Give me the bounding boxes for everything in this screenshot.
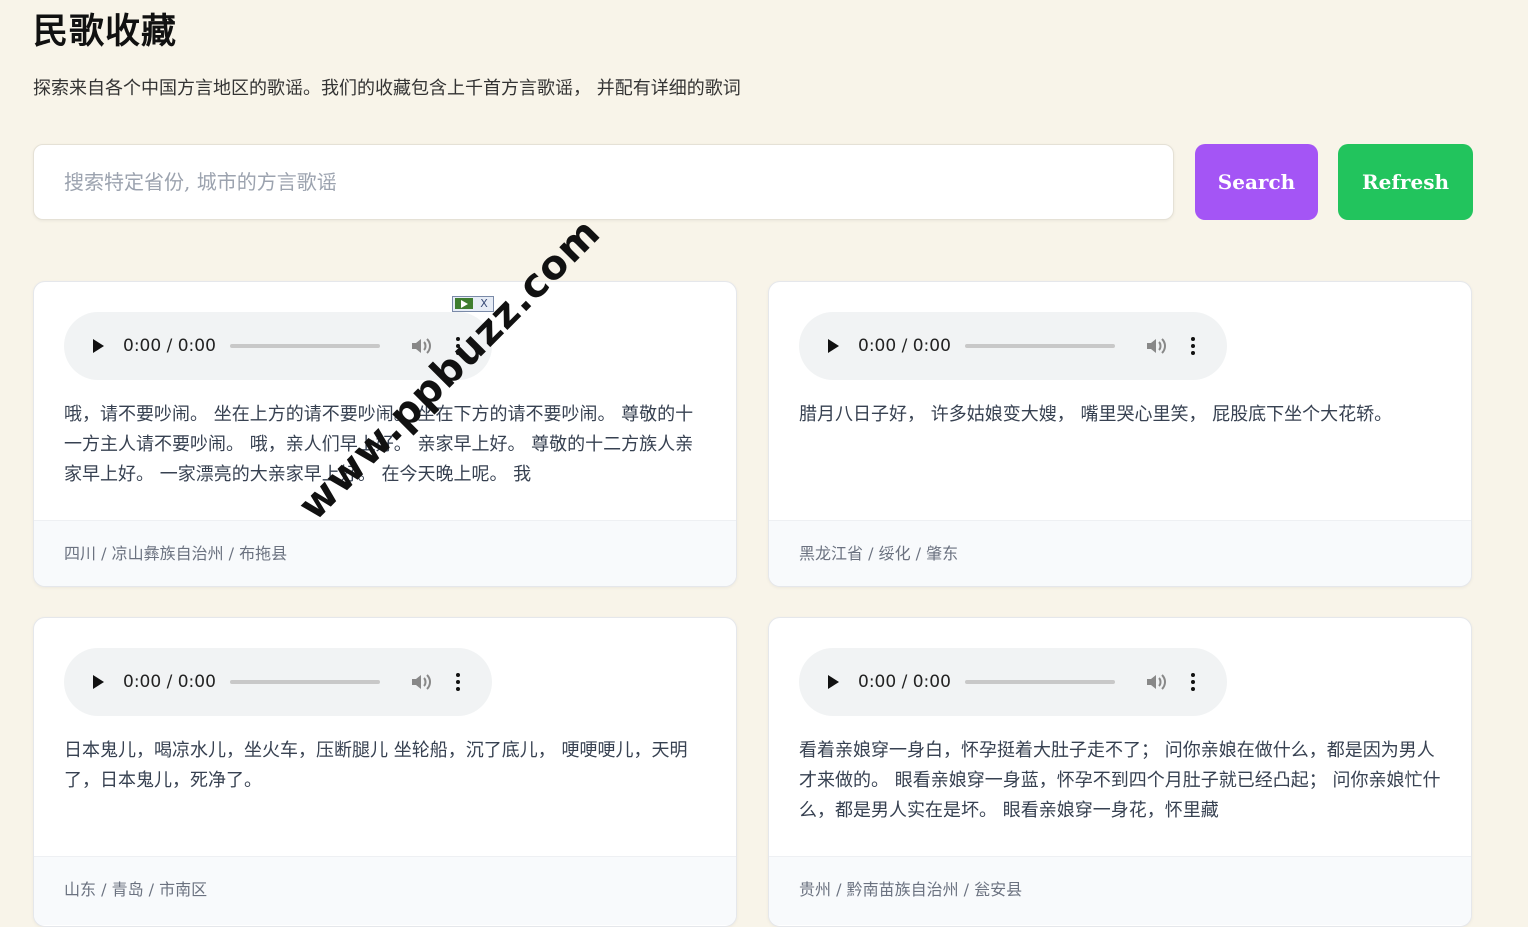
song-lyrics: 腊月八日子好， 许多姑娘变大嫂， 嘴里哭心里笑， 屁股底下坐个大花轿。 xyxy=(799,404,1393,425)
player-progress-bar[interactable] xyxy=(230,344,380,348)
player-progress-bar[interactable] xyxy=(230,680,380,684)
search-button[interactable]: Search xyxy=(1195,144,1318,220)
volume-icon[interactable] xyxy=(410,672,432,692)
search-box xyxy=(33,144,1174,220)
card-footer: 山东 / 青岛 / 市南区 xyxy=(34,856,736,925)
song-location: 贵州 / 黔南苗族自治州 / 瓮安县 xyxy=(799,880,1023,899)
more-options-icon[interactable] xyxy=(454,672,462,692)
refresh-button[interactable]: Refresh xyxy=(1338,144,1473,220)
volume-icon[interactable] xyxy=(410,336,432,356)
player-time: 0:00 / 0:00 xyxy=(123,336,216,356)
song-location: 黑龙江省 / 绥化 / 肇东 xyxy=(799,544,959,563)
page-description: 探索来自各个中国方言地区的歌谣。我们的收藏包含上千首方言歌谣， 并配有详细的歌词 xyxy=(33,78,741,99)
ad-play-icon[interactable] xyxy=(455,298,473,309)
player-progress-bar[interactable] xyxy=(965,680,1115,684)
song-card: 0:00 / 0:00 腊月八日子好， 许多姑娘变大嫂， 嘴里哭心里笑， 屁股底… xyxy=(768,281,1472,587)
card-footer: 贵州 / 黔南苗族自治州 / 瓮安县 xyxy=(769,856,1471,925)
song-location: 山东 / 青岛 / 市南区 xyxy=(64,880,208,899)
more-options-icon[interactable] xyxy=(1189,336,1197,356)
play-icon[interactable] xyxy=(828,339,839,353)
song-location: 四川 / 凉山彝族自治州 / 布拖县 xyxy=(64,544,288,563)
player-progress-bar[interactable] xyxy=(965,344,1115,348)
more-options-icon[interactable] xyxy=(1189,672,1197,692)
player-time: 0:00 / 0:00 xyxy=(858,336,951,356)
play-icon[interactable] xyxy=(828,675,839,689)
search-input[interactable] xyxy=(34,145,1173,219)
play-icon[interactable] xyxy=(93,339,104,353)
song-lyrics: 日本鬼儿，喝凉水儿，坐火车，压断腿儿 坐轮船，沉了底儿， 哽哽哽儿，天明了，日本… xyxy=(64,740,688,791)
player-time: 0:00 / 0:00 xyxy=(123,672,216,692)
player-time: 0:00 / 0:00 xyxy=(858,672,951,692)
card-footer: 黑龙江省 / 绥化 / 肇东 xyxy=(769,520,1471,586)
audio-player[interactable]: 0:00 / 0:00 xyxy=(64,648,492,716)
song-card: 0:00 / 0:00 日本鬼儿，喝凉水儿，坐火车，压断腿儿 坐轮船，沉了底儿，… xyxy=(33,617,737,927)
song-card: 0:00 / 0:00 看着亲娘穿一身白，怀孕挺着大肚子走不了； 问你亲娘在做什… xyxy=(768,617,1472,927)
play-icon[interactable] xyxy=(93,675,104,689)
volume-icon[interactable] xyxy=(1145,336,1167,356)
audio-player[interactable]: 0:00 / 0:00 xyxy=(799,312,1227,380)
audio-player[interactable]: 0:00 / 0:00 xyxy=(799,648,1227,716)
volume-icon[interactable] xyxy=(1145,672,1167,692)
card-footer: 四川 / 凉山彝族自治州 / 布拖县 xyxy=(34,520,736,586)
song-lyrics: 看着亲娘穿一身白，怀孕挺着大肚子走不了； 问你亲娘在做什么，都是因为男人才来做的… xyxy=(799,740,1441,821)
page-title: 民歌收藏 xyxy=(33,11,178,52)
